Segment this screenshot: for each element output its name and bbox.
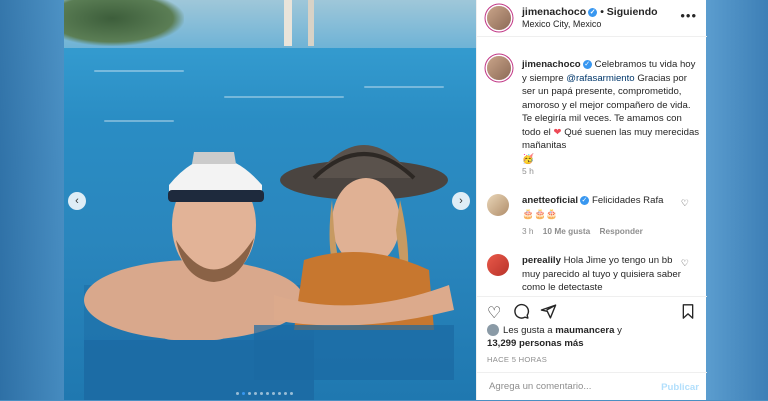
comment-heart-icon[interactable]: ♡ — [681, 258, 689, 269]
publish-button[interactable]: Publicar — [661, 382, 699, 393]
carousel-dot — [266, 392, 269, 395]
post-location[interactable]: Mexico City, Mexico — [522, 19, 601, 29]
carousel-dot — [290, 392, 293, 395]
likes-prefix: Les gusta a — [503, 325, 556, 336]
carousel-dot — [248, 392, 251, 395]
previous-photo-button[interactable]: ‹ — [68, 192, 86, 210]
comment-time: 3 h — [522, 226, 534, 236]
bookmark-icon[interactable] — [680, 303, 696, 320]
photo-railing — [284, 0, 292, 46]
comment-icon[interactable] — [513, 303, 530, 320]
author-line: jimenachoco ✓ • Siguiendo — [522, 6, 658, 18]
follow-status-button[interactable]: Siguiendo — [607, 6, 658, 18]
post-header: jimenachoco ✓ • Siguiendo Mexico City, Mex… — [477, 0, 707, 37]
verified-badge-icon: ✓ — [579, 195, 589, 205]
water-ripple — [104, 120, 174, 122]
comment-meta: 3 h 10 Me gusta Responder — [522, 226, 643, 236]
commenter-avatar[interactable] — [487, 194, 509, 216]
carousel-dots — [236, 392, 293, 395]
background-right — [706, 0, 768, 400]
liker-avatar — [487, 324, 499, 337]
cake-emoji: 🎂🎂🎂 — [522, 208, 558, 220]
author-username[interactable]: jimenachoco — [522, 6, 586, 18]
author-avatar[interactable] — [487, 6, 511, 30]
next-photo-button[interactable]: › — [452, 192, 470, 210]
carousel-dot-active — [242, 392, 245, 395]
commenter-avatar[interactable] — [487, 254, 509, 276]
comment-likes[interactable]: 10 Me gusta — [543, 226, 591, 236]
action-bar: ♡ — [477, 296, 707, 327]
carousel-dot — [260, 392, 263, 395]
caption-avatar[interactable] — [487, 56, 511, 80]
water-ripple — [224, 96, 344, 98]
heart-icon[interactable]: ♡ — [487, 303, 501, 323]
party-emoji: 🥳 — [522, 153, 534, 165]
carousel-dot — [236, 392, 239, 395]
comment-body: Felicidades Rafa — [591, 195, 664, 206]
carousel-dot — [254, 392, 257, 395]
post-photo[interactable]: ‹ › — [64, 0, 476, 400]
more-options-icon[interactable]: ••• — [680, 8, 697, 23]
carousel-dot — [284, 392, 287, 395]
comment-heart-icon[interactable]: ♡ — [681, 198, 689, 209]
comment-username[interactable]: perealily — [522, 255, 561, 266]
posted-time[interactable]: HACE 5 HORAS — [487, 355, 547, 364]
photo-tree — [64, 0, 184, 46]
post-modal: ‹ › jimenachoco ✓ • Siguiendo Mexico City,… — [64, 0, 707, 400]
likes-mid: y — [614, 325, 622, 336]
caption-time: 5 h — [522, 166, 534, 176]
comment-username[interactable]: anetteoficial — [522, 195, 578, 206]
photo-railing — [308, 0, 314, 46]
background-left — [0, 0, 64, 400]
post-sidebar: jimenachoco ✓ • Siguiendo Mexico City, Mex… — [476, 0, 707, 400]
comment-input[interactable] — [487, 380, 641, 393]
red-heart-emoji: ❤ — [553, 126, 562, 138]
woman-figure — [254, 145, 454, 380]
comment-composer: Publicar — [477, 372, 707, 401]
verified-badge-icon: ✓ — [582, 59, 592, 69]
verified-badge-icon: ✓ — [588, 7, 598, 17]
caption-text: jimenachoco ✓ Celebramos tu vida hoy y sie… — [522, 58, 700, 166]
liker-username[interactable]: maumancera — [555, 325, 614, 336]
caption-mention-link[interactable]: @rafasarmiento — [566, 73, 634, 84]
water-ripple — [364, 86, 444, 88]
carousel-dot — [278, 392, 281, 395]
caption-username[interactable]: jimenachoco — [522, 59, 581, 70]
share-icon[interactable] — [540, 303, 557, 320]
comment-text: anetteoficial ✓ Felicidades Rafa 🎂🎂🎂 — [522, 194, 682, 221]
carousel-dot — [272, 392, 275, 395]
comment-text: perealily Hola Jime yo tengo un bb muy p… — [522, 254, 682, 295]
likes-count[interactable]: 13,299 personas más — [487, 338, 584, 349]
comment-reply-button[interactable]: Responder — [600, 226, 643, 236]
water-ripple — [94, 70, 184, 72]
likes-summary: Les gusta a maumancera y 13,299 personas… — [487, 324, 702, 350]
